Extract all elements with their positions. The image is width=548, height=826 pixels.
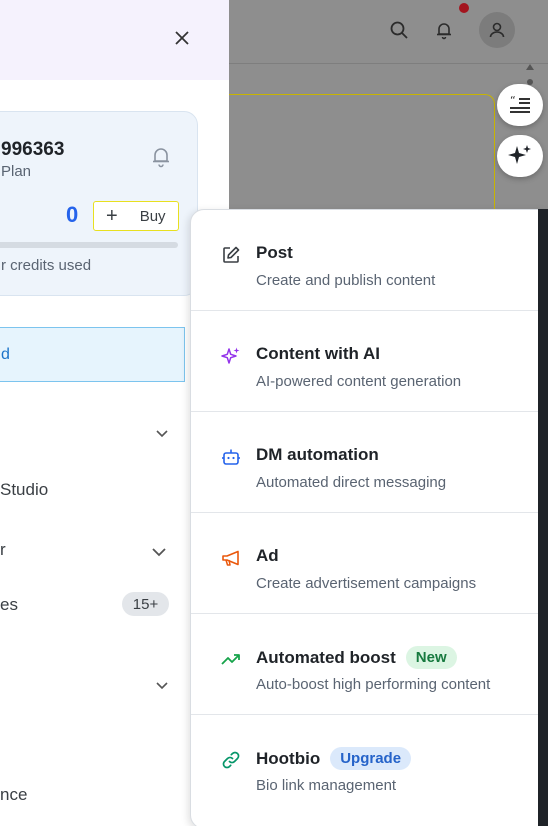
menu-item-title-text: Automated boost	[256, 647, 396, 667]
menu-item-title: Ad	[256, 546, 279, 565]
menu-item-post[interactable]: Post Create and publish content	[191, 210, 539, 311]
sparkle-icon	[221, 346, 241, 366]
nav-item-label: r	[0, 540, 6, 559]
credits-used-text: r credits used	[1, 257, 92, 274]
bell-icon[interactable]	[151, 146, 171, 173]
menu-item-title: Content with AI	[256, 344, 381, 363]
buy-credits-button[interactable]: + Buy	[93, 201, 179, 231]
menu-item-title: Post	[256, 243, 293, 262]
chevron-down-icon[interactable]	[156, 425, 168, 443]
account-id: 996363	[1, 139, 65, 160]
buy-label: Buy	[139, 207, 166, 225]
menu-item-automated-boost[interactable]: Automated boost New Auto-boost high perfo…	[191, 614, 539, 715]
account-plan: Plan	[1, 163, 32, 180]
nav-item-label: d	[1, 345, 10, 363]
account-card: 996363 Plan 0 + Buy r credits used	[0, 111, 198, 296]
menu-item-desc: Create advertisement campaigns	[256, 575, 477, 592]
trending-up-icon	[221, 649, 241, 669]
menu-item-ad[interactable]: Ad Create advertisement campaigns	[191, 513, 539, 614]
nav-item-label: nce	[0, 785, 28, 804]
menu-item-title: Hootbio Upgrade	[256, 747, 412, 771]
chevron-down-icon[interactable]	[152, 544, 166, 562]
menu-item-hootbio[interactable]: Hootbio Upgrade Bio link management	[191, 715, 539, 816]
plus-icon: +	[106, 205, 118, 227]
drawer-header	[0, 0, 229, 80]
search-icon[interactable]	[385, 16, 413, 44]
highlighted-region	[229, 94, 495, 224]
menu-item-desc: Create and publish content	[256, 272, 436, 289]
nav-item-label: es	[0, 595, 18, 614]
menu-item-desc: Automated direct messaging	[256, 474, 447, 491]
nav-item-label: Studio	[0, 480, 49, 499]
link-icon	[221, 750, 241, 770]
menu-item-desc: Auto-boost high performing content	[256, 676, 491, 693]
menu-item-desc: AI-powered content generation	[256, 373, 462, 390]
svg-text:“: “	[510, 95, 516, 107]
menu-item-desc: Bio link management	[256, 777, 397, 794]
menu-item-content-with-ai[interactable]: Content with AI AI-powered content gener…	[191, 311, 539, 412]
close-icon[interactable]	[170, 26, 194, 50]
megaphone-icon	[221, 548, 241, 568]
new-badge: New	[405, 646, 457, 669]
chevron-down-icon[interactable]	[156, 677, 168, 695]
upgrade-badge: Upgrade	[330, 747, 412, 770]
create-menu: Post Create and publish content Content …	[190, 209, 548, 826]
nav-item-active[interactable]: d	[0, 327, 185, 382]
ai-sparkle-icon[interactable]	[497, 135, 543, 177]
user-avatar-icon[interactable]	[479, 12, 515, 48]
notification-dot	[459, 3, 469, 13]
count-badge: 15+	[122, 592, 169, 616]
top-bar	[229, 0, 548, 64]
credit-count: 0	[66, 202, 79, 227]
quote-icon[interactable]: “	[497, 84, 543, 126]
menu-item-title-text: Hootbio	[256, 748, 321, 768]
bell-icon[interactable]	[430, 16, 458, 44]
robot-icon	[221, 447, 241, 467]
menu-item-dm-automation[interactable]: DM automation Automated direct messaging	[191, 412, 539, 513]
menu-item-title: DM automation	[256, 445, 379, 464]
credits-progress-bar	[0, 242, 178, 248]
edit-icon	[221, 245, 241, 265]
menu-item-title: Automated boost New	[256, 646, 457, 670]
window-edge	[538, 209, 548, 826]
